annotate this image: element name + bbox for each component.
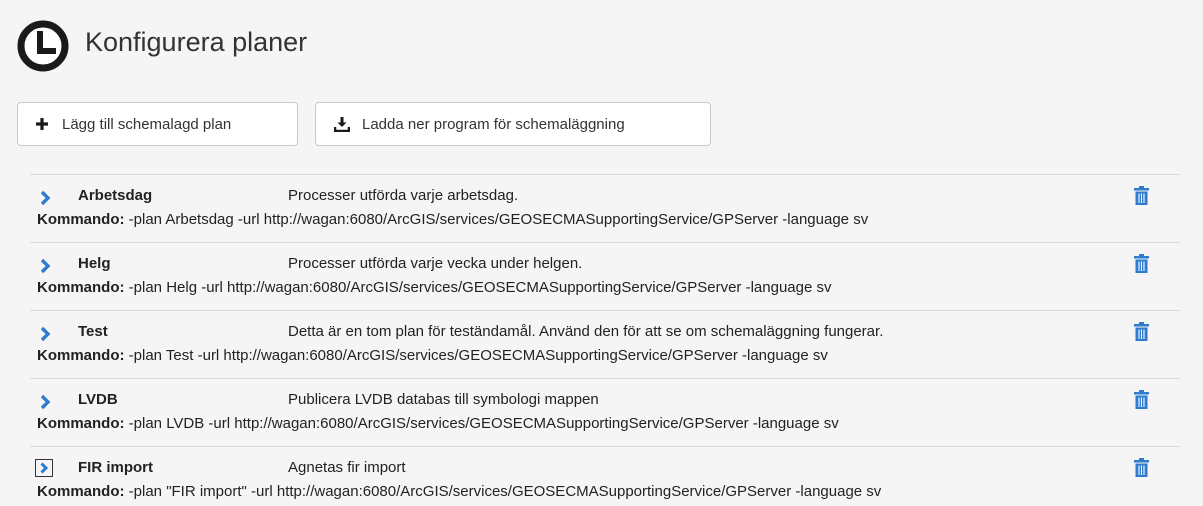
toolbar: Lägg till schemalagd plan Ladda ner prog… (17, 102, 728, 146)
chevron-right-icon[interactable] (37, 326, 53, 342)
download-scheduler-label: Ladda ner program för schemaläggning (362, 115, 625, 133)
plan-command: Kommando: -plan Arbetsdag -url http://wa… (37, 211, 868, 228)
page-header: Konfigurera planer (17, 20, 307, 72)
plan-row: Arbetsdag Processer utförda varje arbets… (30, 174, 1180, 242)
command-label: Kommando: (37, 279, 125, 296)
plan-name: Helg (78, 255, 111, 272)
command-text: -plan LVDB -url http://wagan:6080/ArcGIS… (128, 415, 839, 432)
chevron-right-icon[interactable] (35, 459, 53, 477)
plan-description: Publicera LVDB databas till symbologi ma… (288, 391, 599, 408)
trash-icon[interactable] (1134, 186, 1149, 205)
plus-icon (34, 116, 50, 132)
command-label: Kommando: (37, 483, 125, 500)
command-text: -plan Helg -url http://wagan:6080/ArcGIS… (128, 279, 832, 296)
plan-name: Test (78, 323, 108, 340)
plan-row: Helg Processer utförda varje vecka under… (30, 242, 1180, 310)
chevron-right-icon[interactable] (37, 190, 53, 206)
plan-description: Processer utförda varje arbetsdag. (288, 187, 519, 204)
plan-command: Kommando: -plan Helg -url http://wagan:6… (37, 279, 832, 296)
trash-icon[interactable] (1134, 458, 1149, 477)
plan-list: Arbetsdag Processer utförda varje arbets… (30, 174, 1180, 504)
add-plan-label: Lägg till schemalagd plan (62, 115, 232, 133)
plan-row: FIR import Agnetas fir import Kommando: … (30, 446, 1180, 504)
plan-row: Test Detta är en tom plan för teständamå… (30, 310, 1180, 378)
download-scheduler-button[interactable]: Ladda ner program för schemaläggning (315, 102, 711, 146)
page-title: Konfigurera planer (85, 26, 308, 57)
command-text: -plan "FIR import" -url http://wagan:608… (128, 483, 882, 500)
add-plan-button[interactable]: Lägg till schemalagd plan (17, 102, 298, 146)
command-label: Kommando: (37, 347, 125, 364)
chevron-right-icon[interactable] (37, 394, 53, 410)
command-text: -plan Arbetsdag -url http://wagan:6080/A… (128, 211, 869, 228)
clock-icon (17, 20, 69, 72)
command-label: Kommando: (37, 415, 125, 432)
chevron-right-icon[interactable] (37, 258, 53, 274)
command-text: -plan Test -url http://wagan:6080/ArcGIS… (128, 347, 828, 364)
trash-icon[interactable] (1134, 390, 1149, 409)
plan-description: Agnetas fir import (288, 459, 406, 476)
command-label: Kommando: (37, 211, 125, 228)
plan-row: LVDB Publicera LVDB databas till symbolo… (30, 378, 1180, 446)
download-icon (334, 116, 350, 132)
plan-command: Kommando: -plan "FIR import" -url http:/… (37, 483, 881, 500)
plan-description: Detta är en tom plan för teständamål. An… (288, 323, 884, 340)
plan-name: LVDB (78, 391, 118, 408)
plan-command: Kommando: -plan LVDB -url http://wagan:6… (37, 415, 839, 432)
trash-icon[interactable] (1134, 254, 1149, 273)
plan-name: FIR import (78, 459, 153, 476)
plan-name: Arbetsdag (78, 187, 153, 204)
plan-command: Kommando: -plan Test -url http://wagan:6… (37, 347, 828, 364)
plan-description: Processer utförda varje vecka under helg… (288, 255, 583, 272)
trash-icon[interactable] (1134, 322, 1149, 341)
